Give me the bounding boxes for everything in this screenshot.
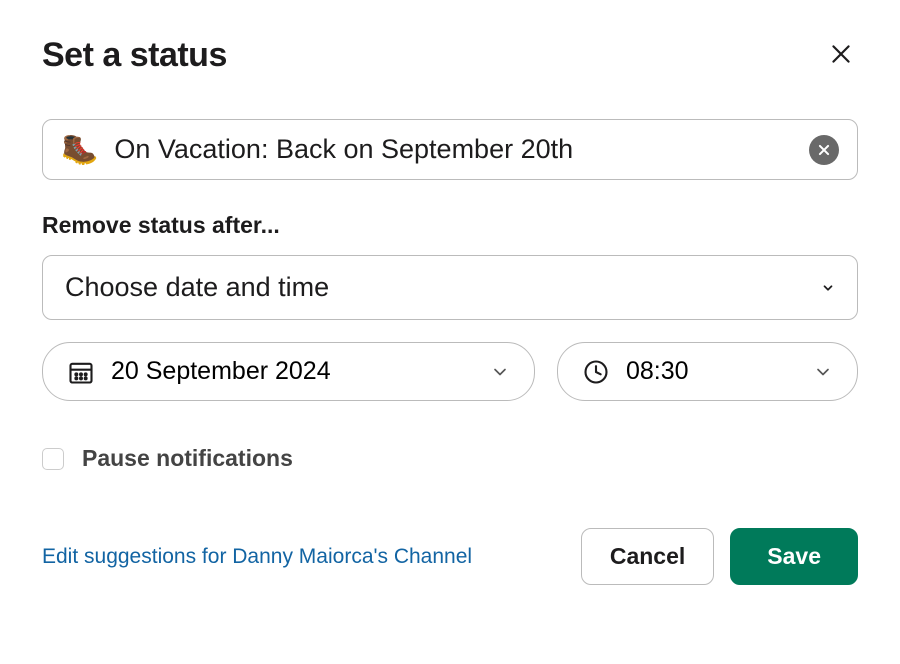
status-emoji[interactable]: 🥾 xyxy=(61,135,98,165)
date-picker[interactable]: 20 September 2024 xyxy=(42,342,535,401)
pause-notifications-row: Pause notifications xyxy=(42,445,858,472)
dialog-title: Set a status xyxy=(42,36,227,75)
chevron-down-icon xyxy=(490,362,510,382)
datetime-row: 20 September 2024 08:30 xyxy=(42,342,858,401)
close-button[interactable] xyxy=(824,37,858,74)
time-value: 08:30 xyxy=(626,357,689,386)
dialog-footer: Edit suggestions for Danny Maiorca's Cha… xyxy=(42,528,858,585)
dialog-header: Set a status xyxy=(42,36,858,75)
time-picker[interactable]: 08:30 xyxy=(557,342,858,401)
pause-notifications-label: Pause notifications xyxy=(82,445,293,472)
pause-notifications-checkbox[interactable] xyxy=(42,448,64,470)
status-input-container: 🥾 xyxy=(42,119,858,180)
clock-icon xyxy=(582,358,610,386)
chevron-down-icon xyxy=(813,362,833,382)
chevron-down-icon xyxy=(821,281,835,295)
footer-buttons: Cancel Save xyxy=(581,528,858,585)
cancel-button[interactable]: Cancel xyxy=(581,528,714,585)
edit-suggestions-link[interactable]: Edit suggestions for Danny Maiorca's Cha… xyxy=(42,545,472,569)
clear-after-select-value: Choose date and time xyxy=(65,272,329,303)
close-icon xyxy=(828,41,854,67)
clear-after-select[interactable]: Choose date and time xyxy=(42,255,858,320)
remove-after-label: Remove status after... xyxy=(42,212,858,239)
calendar-icon xyxy=(67,358,95,386)
status-text-input[interactable] xyxy=(114,134,793,165)
clear-status-button[interactable] xyxy=(809,135,839,165)
date-value: 20 September 2024 xyxy=(111,357,331,386)
save-button[interactable]: Save xyxy=(730,528,858,585)
clear-icon xyxy=(817,143,831,157)
